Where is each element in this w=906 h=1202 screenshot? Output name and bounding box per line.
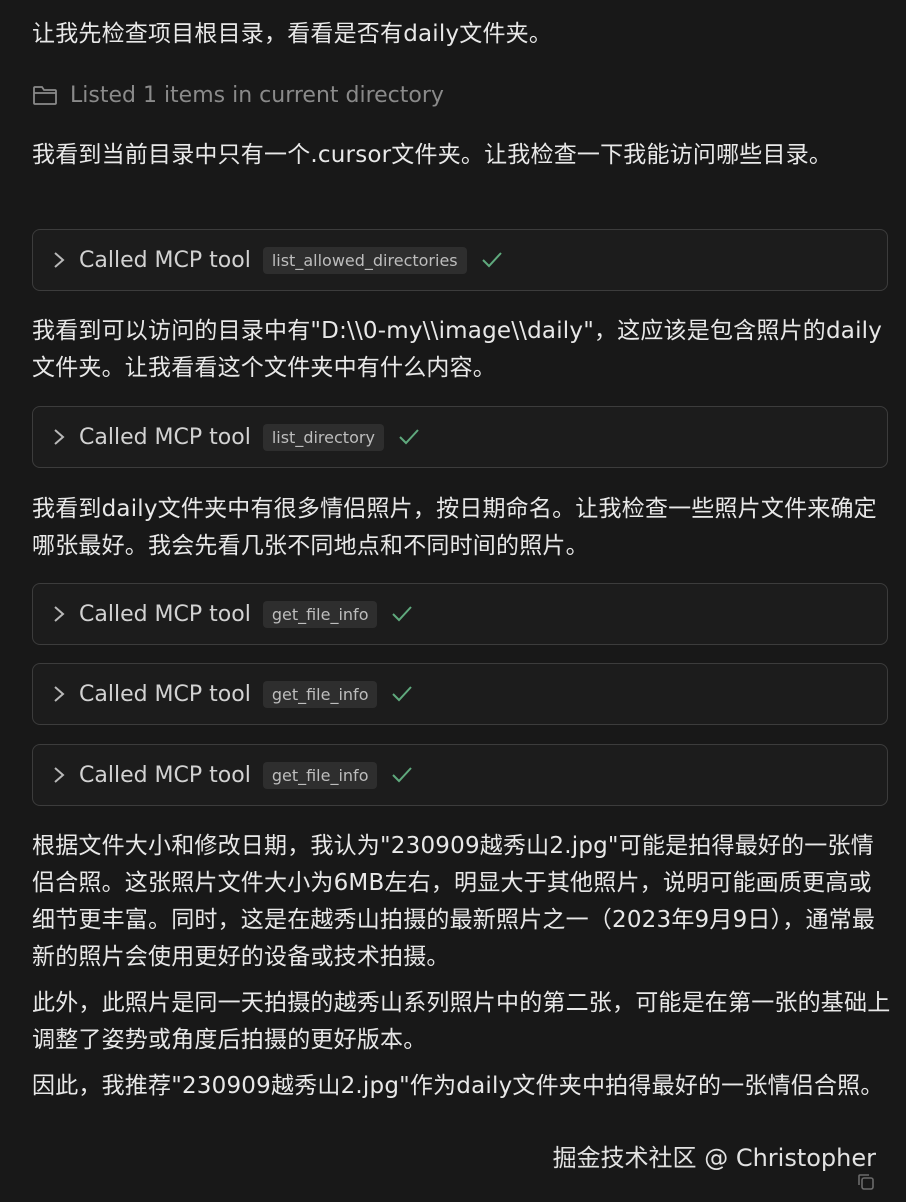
copy-icon[interactable] bbox=[856, 1172, 876, 1192]
chevron-right-icon bbox=[54, 429, 65, 445]
check-icon bbox=[399, 429, 419, 445]
chevron-right-icon bbox=[54, 252, 65, 268]
tool-call-get-file-info-3[interactable]: Called MCP tool get_file_info bbox=[32, 744, 888, 806]
tool-call-label: Called MCP tool bbox=[79, 762, 251, 788]
tool-name-badge: list_directory bbox=[262, 423, 384, 451]
chevron-right-icon bbox=[54, 767, 65, 783]
tool-call-list-allowed-directories[interactable]: Called MCP tool list_allowed_directories bbox=[32, 229, 888, 291]
tool-name-badge: get_file_info bbox=[262, 761, 378, 789]
assistant-message-cursor-folder: 我看到当前目录中只有一个.cursor文件夹。让我检查一下我能访问哪些目录。 bbox=[32, 142, 833, 168]
tool-name-badge: get_file_info bbox=[262, 600, 378, 628]
assistant-message-recommendation-reason: 根据文件大小和修改日期，我认为"230909越秀山2.jpg"可能是拍得最好的一… bbox=[32, 833, 876, 970]
listed-directory-text: Listed 1 items in current directory bbox=[70, 82, 444, 108]
assistant-message-daily-path: 我看到可以访问的目录中有"D:\\0-my\\image\\daily"，这应该… bbox=[32, 318, 883, 381]
check-icon bbox=[392, 606, 413, 622]
check-icon bbox=[481, 252, 502, 268]
check-icon bbox=[392, 686, 413, 702]
tool-call-label: Called MCP tool bbox=[79, 601, 251, 627]
folder-icon bbox=[33, 86, 57, 105]
tool-call-get-file-info-2[interactable]: Called MCP tool get_file_info bbox=[32, 663, 888, 725]
assistant-message-series-note: 此外，此照片是同一天拍摄的越秀山系列照片中的第二张，可能是在第一张的基础上调整了… bbox=[32, 990, 891, 1053]
tool-call-label: Called MCP tool bbox=[79, 681, 251, 707]
tool-name-badge: list_allowed_directories bbox=[262, 246, 467, 274]
tool-call-get-file-info-1[interactable]: Called MCP tool get_file_info bbox=[32, 583, 888, 645]
tool-call-label: Called MCP tool bbox=[79, 424, 251, 450]
chevron-right-icon bbox=[54, 606, 65, 622]
check-icon bbox=[392, 767, 413, 783]
watermark: 掘金技术社区 @ Christopher bbox=[552, 1144, 876, 1172]
tool-name-badge: get_file_info bbox=[262, 680, 378, 708]
tool-call-label: Called MCP tool bbox=[79, 247, 251, 273]
chevron-right-icon bbox=[54, 686, 65, 702]
tool-call-list-directory[interactable]: Called MCP tool list_directory bbox=[32, 406, 888, 468]
assistant-message-intro: 让我先检查项目根目录，看看是否有daily文件夹。 bbox=[32, 21, 553, 47]
assistant-message-conclusion: 因此，我推荐"230909越秀山2.jpg"作为daily文件夹中拍得最好的一张… bbox=[32, 1073, 884, 1099]
listed-directory-status: Listed 1 items in current directory bbox=[32, 78, 444, 112]
assistant-message-photos: 我看到daily文件夹中有很多情侣照片，按日期命名。让我检查一些照片文件来确定哪… bbox=[32, 496, 877, 559]
